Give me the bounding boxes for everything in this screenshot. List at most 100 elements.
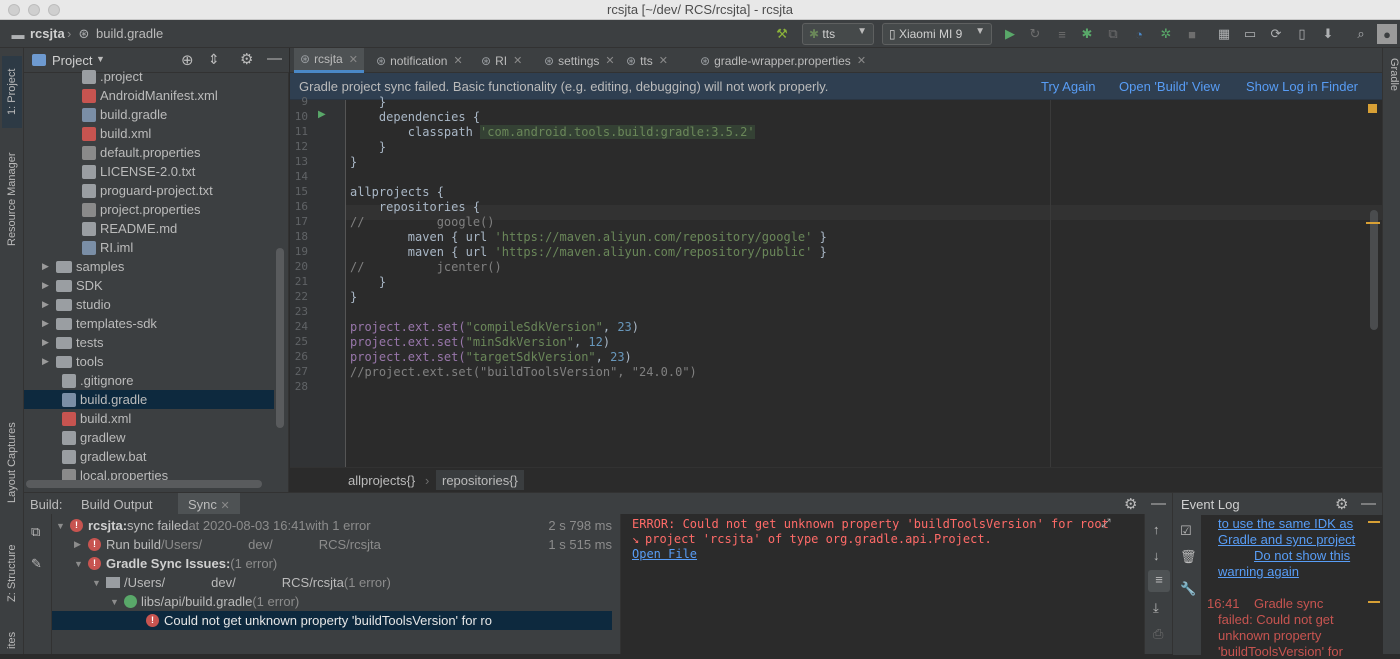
- sdk-manager-icon[interactable]: ⬇: [1318, 24, 1338, 44]
- editor-tab[interactable]: ⊛ gradle-wrapper.properties ✕: [694, 48, 872, 73]
- tab-favorites[interactable]: ites: [2, 626, 22, 654]
- avd-manager-icon[interactable]: ▯: [1292, 24, 1312, 44]
- editor-tab[interactable]: ⊛ tts ✕: [620, 48, 674, 73]
- attach-process-icon[interactable]: ✲: [1156, 24, 1176, 44]
- hide-panel-icon[interactable]: —: [1361, 495, 1376, 512]
- gear-icon[interactable]: ⚙: [1124, 495, 1137, 513]
- chevron-down-icon[interactable]: ▼: [96, 54, 105, 64]
- tree-file[interactable]: RI.iml: [82, 238, 133, 257]
- search-icon[interactable]: ⌕: [1351, 24, 1371, 44]
- chevron-right-icon[interactable]: ▶: [42, 261, 56, 272]
- open-file-link[interactable]: Open File: [632, 547, 697, 561]
- tree-file[interactable]: build.xml: [82, 124, 151, 143]
- editor-tab[interactable]: ⊛ notification ✕: [370, 48, 469, 73]
- close-icon[interactable]: ✕: [453, 54, 462, 67]
- gear-icon[interactable]: ⚙: [1335, 495, 1348, 513]
- close-icon[interactable]: ✕: [605, 54, 614, 67]
- tree-horizontal-scrollbar[interactable]: [26, 480, 262, 488]
- tree-file[interactable]: README.md: [82, 219, 177, 238]
- stop-icon[interactable]: ■: [1182, 24, 1202, 44]
- tree-row-error[interactable]: ! Could not get unknown property 'buildT…: [146, 611, 492, 630]
- print-icon[interactable]: ⎙: [1153, 626, 1163, 642]
- profile-icon[interactable]: ◔: [1129, 24, 1149, 44]
- tree-row-sync-issues[interactable]: ▼ ! Gradle Sync Issues: (1 error): [74, 554, 277, 573]
- tree-folder[interactable]: ▶ studio: [42, 295, 111, 314]
- tree-row-root[interactable]: ▼ ! rcsjta: sync failed at 2020-08-03 16…: [56, 516, 612, 535]
- event-link-4[interactable]: warning again: [1218, 564, 1299, 579]
- wrench-icon[interactable]: 🔧: [1180, 581, 1196, 597]
- tree-file[interactable]: .gitignore: [62, 371, 133, 390]
- project-structure-icon[interactable]: ▦: [1214, 24, 1234, 44]
- hammer-build-icon[interactable]: ⚒: [772, 24, 792, 44]
- breadcrumb-file[interactable]: build.gradle: [96, 26, 163, 41]
- editor-scrollbar[interactable]: [1370, 210, 1378, 330]
- show-log-link[interactable]: Show Log in Finder: [1246, 79, 1358, 94]
- toggle-view-icon[interactable]: ⧉: [31, 524, 40, 540]
- collapse-all-icon[interactable]: ⇕: [208, 51, 220, 68]
- tab-layout-captures[interactable]: Layout Captures: [2, 408, 22, 518]
- event-link-3[interactable]: Do not show this: [1254, 548, 1350, 563]
- tree-file[interactable]: gradlew.bat: [62, 447, 147, 466]
- tab-sync[interactable]: Sync ✕: [178, 493, 240, 515]
- locate-file-icon[interactable]: ⊕: [181, 51, 194, 69]
- tree-file[interactable]: default.properties: [82, 143, 200, 162]
- tree-file[interactable]: LICENSE-2.0.txt: [82, 162, 195, 181]
- inspection-status-icon[interactable]: [1368, 104, 1377, 113]
- close-icon[interactable]: ✕: [659, 54, 668, 67]
- tree-folder[interactable]: ▶ tests: [42, 333, 103, 352]
- event-link-1[interactable]: to use the same IDK as: [1218, 516, 1353, 531]
- chevron-right-icon[interactable]: ▶: [42, 318, 56, 329]
- breadcrumb-allprojects[interactable]: allprojects{}: [348, 473, 415, 488]
- run-config-select[interactable]: ✱ tts ▼: [802, 23, 874, 45]
- warning-marker[interactable]: [1366, 222, 1380, 224]
- chevron-right-icon[interactable]: ▶: [42, 356, 56, 367]
- tab-build-output[interactable]: Build Output: [81, 497, 153, 512]
- close-icon[interactable]: ✕: [221, 500, 230, 512]
- tree-file[interactable]: .project: [82, 67, 143, 86]
- hide-panel-icon[interactable]: —: [1151, 495, 1166, 512]
- tab-gradle[interactable]: Gradle: [1384, 58, 1400, 118]
- chevron-right-icon[interactable]: ▶: [42, 299, 56, 310]
- close-icon[interactable]: ✕: [857, 54, 866, 67]
- debug-icon[interactable]: ✱: [1077, 24, 1097, 44]
- chevron-right-icon[interactable]: ▶: [42, 337, 56, 348]
- tree-row-run-build[interactable]: ▶ ! Run build /Users/ dev/ RCS/rcsjta 1 …: [74, 535, 612, 554]
- code-editor[interactable]: } dependencies { classpath 'com.android.…: [346, 95, 1382, 467]
- tree-row-lib-file[interactable]: ▼ libs/api/build.gradle (1 error): [110, 592, 299, 611]
- tree-file[interactable]: gradlew: [62, 428, 126, 447]
- pin-icon[interactable]: ✎: [31, 556, 42, 572]
- hide-panel-icon[interactable]: —: [267, 50, 282, 67]
- tab-structure[interactable]: Z: Structure: [2, 533, 22, 613]
- tree-folder[interactable]: ▶ SDK: [42, 276, 103, 295]
- event-link-2[interactable]: Gradle and sync project: [1218, 532, 1355, 547]
- open-build-view-link[interactable]: Open 'Build' View: [1119, 79, 1220, 94]
- tree-scrollbar[interactable]: [276, 248, 284, 428]
- tree-file[interactable]: build.gradle: [62, 390, 147, 409]
- tab-project[interactable]: 1: Project: [2, 56, 22, 128]
- tab-resource-manager[interactable]: Resource Manager: [2, 143, 22, 255]
- gear-icon[interactable]: ⚙: [240, 50, 253, 68]
- device-select[interactable]: ▯ Xiaomi MI 9 ▼: [882, 23, 992, 45]
- try-again-link[interactable]: Try Again: [1041, 79, 1095, 94]
- run-gutter-icon[interactable]: ▶: [318, 109, 326, 120]
- tree-file[interactable]: proguard-project.txt: [82, 181, 213, 200]
- apply-changes-icon[interactable]: ≡: [1052, 24, 1072, 44]
- rerun-icon[interactable]: ↻: [1025, 24, 1045, 44]
- editor-tab[interactable]: ⊛ settings ✕: [538, 48, 621, 73]
- arrow-down-icon[interactable]: ↓: [1153, 548, 1160, 563]
- soft-wrap-toggle-icon[interactable]: ≡: [1148, 570, 1170, 592]
- arrow-up-icon[interactable]: ↑: [1153, 522, 1160, 537]
- project-view-title[interactable]: Project: [52, 53, 92, 68]
- tree-file[interactable]: build.xml: [62, 409, 131, 428]
- tree-file[interactable]: AndroidManifest.xml: [82, 86, 218, 105]
- mark-read-icon[interactable]: ☑: [1180, 523, 1192, 539]
- editor-tab[interactable]: ⊛ rcsjta ✕: [294, 48, 364, 73]
- build-output-console[interactable]: ERROR: Could not get unknown property 'b…: [620, 514, 1144, 654]
- tree-folder[interactable]: ▶ tools: [42, 352, 103, 371]
- tree-folder[interactable]: ▶ templates-sdk: [42, 314, 157, 333]
- sync-gradle-icon[interactable]: ⟳: [1266, 24, 1286, 44]
- breadcrumb-project[interactable]: rcsjta: [30, 26, 65, 41]
- tree-file[interactable]: build.gradle: [82, 105, 167, 124]
- breadcrumb-repositories[interactable]: repositories{}: [436, 470, 524, 490]
- run-icon[interactable]: ▶: [1000, 24, 1020, 44]
